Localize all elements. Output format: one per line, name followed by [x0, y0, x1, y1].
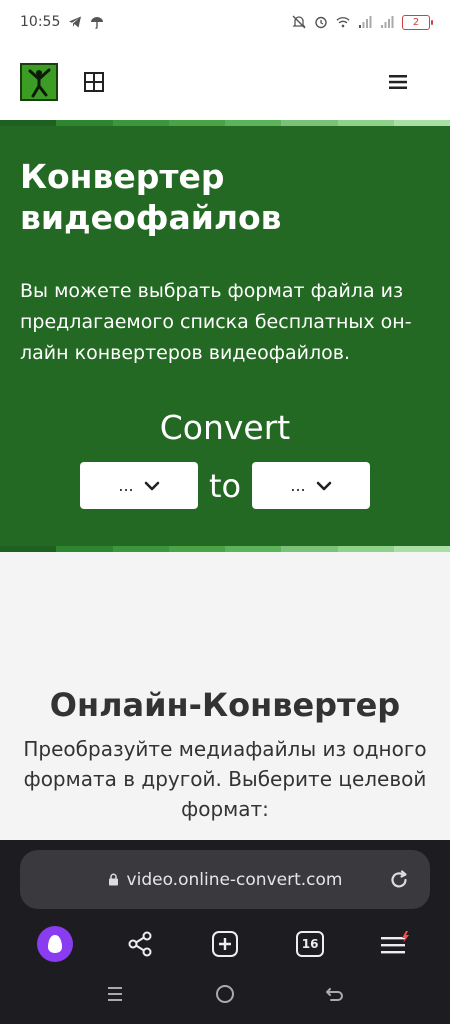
logo-figure-icon	[22, 65, 56, 99]
source-format-select[interactable]: ...	[80, 462, 198, 509]
screen: 10:55 2 Конвертер видеофайлов Вы можете …	[0, 0, 450, 1024]
tabs-count-badge: 16	[296, 931, 325, 957]
section-title: Онлайн-Конвертер	[49, 686, 401, 724]
tabs-button[interactable]: 16	[290, 924, 330, 964]
hamburger-icon	[389, 75, 407, 89]
hero-stripe-top	[0, 120, 450, 126]
online-converter-section: Онлайн-Конвертер Преобразуйте медиафайлы…	[0, 552, 450, 840]
battery-level: 2	[412, 16, 420, 28]
menu-button[interactable]	[386, 70, 410, 94]
target-format-value: ...	[290, 476, 306, 495]
reload-icon[interactable]	[388, 869, 410, 891]
menu-with-alert-icon	[381, 931, 410, 954]
add-tab-icon	[211, 931, 238, 957]
apps-grid-button[interactable]	[82, 70, 106, 94]
format-selector-row: ... to ...	[80, 462, 370, 509]
status-right: 2	[292, 14, 433, 30]
home-circle-icon	[216, 985, 234, 1003]
alice-icon	[36, 926, 73, 962]
section-description: Преобразуйте медиафайлы из одного формат…	[23, 737, 427, 821]
share-icon	[128, 931, 152, 957]
back-arrow-icon	[326, 988, 343, 1001]
browser-nav-row: 16	[0, 924, 450, 964]
status-time: 10:55	[20, 14, 61, 30]
share-button[interactable]	[120, 924, 160, 964]
hero-title: Конвертер видеофайлов	[20, 157, 282, 237]
system-navigation-bar	[0, 964, 450, 1024]
chevron-down-icon	[316, 481, 331, 490]
new-tab-button[interactable]	[205, 924, 245, 964]
recent-apps-button[interactable]	[100, 979, 130, 1009]
status-bar: 10:55 2	[0, 0, 450, 44]
signal-icon	[359, 16, 372, 28]
target-format-select[interactable]: ...	[252, 462, 370, 509]
status-left: 10:55	[20, 14, 104, 30]
umbrella-icon	[91, 17, 104, 29]
back-button[interactable]	[320, 979, 350, 1009]
convert-label: Convert	[159, 408, 291, 447]
grid-icon	[84, 72, 104, 92]
telegram-icon	[69, 16, 82, 28]
site-header	[0, 44, 450, 120]
browser-toolbar: video.online-convert.com 16	[0, 840, 450, 964]
site-logo[interactable]	[20, 63, 58, 101]
wifi-icon	[336, 17, 350, 28]
lock-icon	[108, 873, 119, 886]
url-text: video.online-convert.com	[126, 869, 343, 890]
signal-icon-2	[381, 16, 394, 28]
hero-section: Конвертер видеофайлов Вы можете выбрать …	[0, 120, 450, 552]
address-bar[interactable]: video.online-convert.com	[20, 850, 430, 909]
chevron-down-icon	[144, 481, 159, 490]
hero-description: Вы можете выбрать формат файла из предла…	[20, 280, 412, 364]
battery-indicator: 2	[402, 14, 433, 30]
browser-menu-button[interactable]	[375, 924, 415, 964]
to-label: to	[208, 466, 242, 505]
recents-icon	[108, 987, 122, 1001]
home-button[interactable]	[210, 979, 240, 1009]
alice-button[interactable]	[35, 924, 75, 964]
source-format-value: ...	[118, 476, 134, 495]
alarm-icon	[315, 16, 327, 29]
mute-bell-icon	[292, 15, 306, 29]
